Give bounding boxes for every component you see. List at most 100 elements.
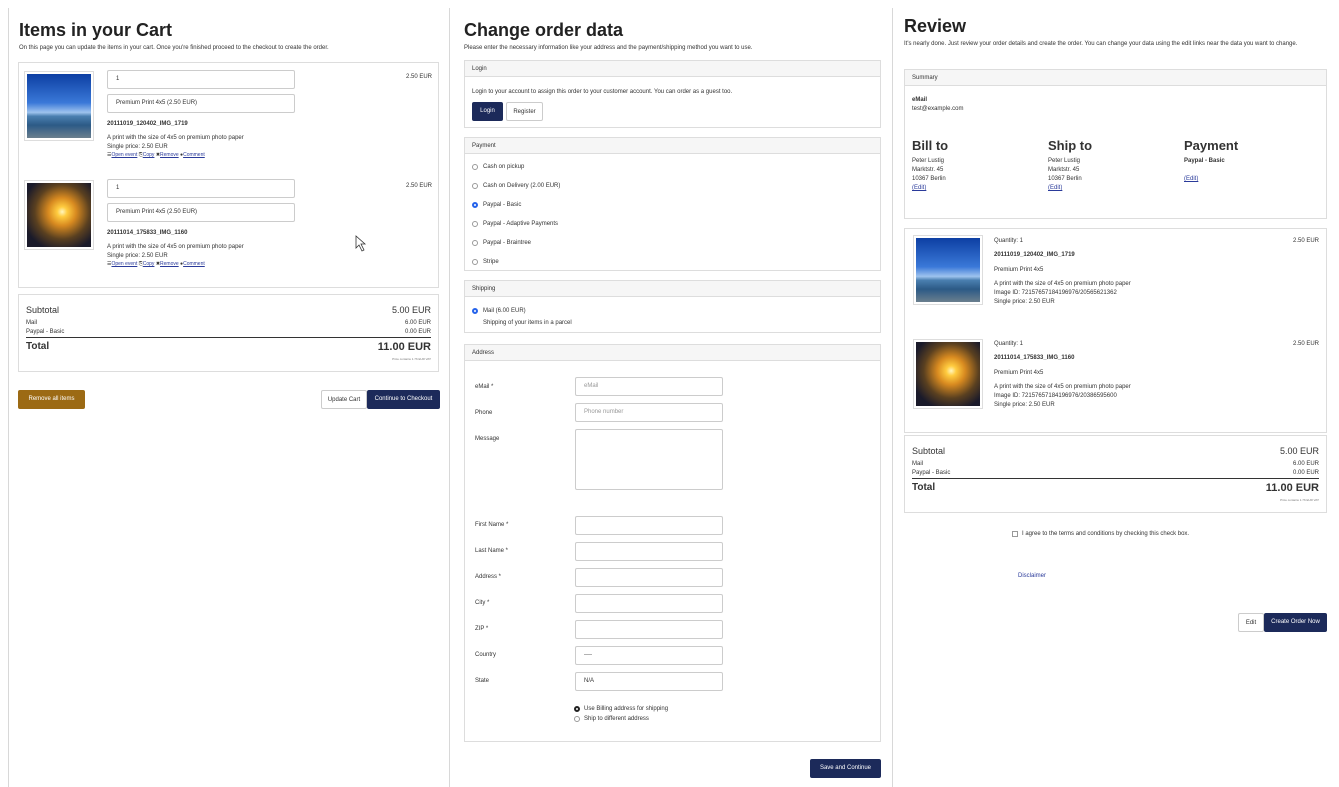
vat-note: Price contains 1.76 EUR VAT bbox=[392, 357, 431, 361]
comment-link[interactable]: Comment bbox=[183, 261, 205, 267]
copy-link[interactable]: Copy bbox=[143, 261, 155, 267]
subtotal-label: Subtotal bbox=[912, 446, 946, 456]
mail-label: Mail bbox=[912, 461, 924, 467]
remove-link[interactable]: Remove bbox=[160, 152, 179, 158]
vat-note: Price contains 1.76 EUR VAT bbox=[1280, 498, 1319, 502]
phone-field[interactable]: Phone number bbox=[575, 403, 723, 422]
review-item-price: 2.50 EUR bbox=[1292, 341, 1319, 347]
paypal-value: 0.00 EUR bbox=[1292, 470, 1319, 476]
review-item-description: A print with the size of 4x5 on premium … bbox=[994, 281, 1131, 287]
country-label: Country bbox=[475, 652, 497, 658]
ship-different-radio[interactable] bbox=[574, 716, 580, 722]
ship-to-heading: Ship to bbox=[1048, 138, 1093, 153]
summary-email: test@example.com bbox=[912, 106, 964, 112]
comment-link[interactable]: Comment bbox=[183, 152, 205, 158]
product-select[interactable]: Premium Print 4x5 (2.50 EUR) bbox=[107, 203, 295, 222]
item-thumbnail[interactable] bbox=[24, 180, 94, 250]
item-actions: ☰Open event ⎘Copy ✖Remove ●Comment bbox=[107, 260, 205, 268]
review-item-description: A print with the size of 4x5 on premium … bbox=[994, 384, 1131, 390]
message-textarea[interactable] bbox=[575, 429, 723, 490]
review-item-quantity: Quantity: 1 bbox=[994, 238, 1024, 244]
shipping-box: Shipping Mail (6.00 EUR) Shipping of you… bbox=[464, 280, 881, 333]
item-description: A print with the size of 4x5 on premium … bbox=[107, 135, 244, 141]
first-name-field[interactable] bbox=[575, 516, 723, 535]
item-single-price: Single price: 2.50 EUR bbox=[107, 253, 168, 259]
payment-option-label: Paypal - Basic bbox=[483, 202, 522, 208]
ship-to-street: Marktstr. 45 bbox=[1048, 167, 1080, 173]
review-title: Review bbox=[904, 16, 967, 36]
payment-edit-link[interactable]: (Edit) bbox=[1184, 175, 1198, 183]
quantity-input[interactable]: 1 bbox=[107, 70, 295, 89]
remove-all-button[interactable]: Remove all items bbox=[18, 390, 85, 409]
subtotal-value: 5.00 EUR bbox=[391, 305, 431, 315]
city-field[interactable] bbox=[575, 594, 723, 613]
payment-box: Payment Cash on pickup Cash on Delivery (… bbox=[464, 137, 881, 271]
ship-to-edit-link[interactable]: (Edit) bbox=[1048, 184, 1062, 192]
item-name: 20111019_120402_IMG_1719 bbox=[107, 121, 188, 127]
email-field[interactable]: eMail bbox=[575, 377, 723, 396]
payment-radio[interactable] bbox=[472, 183, 478, 189]
payment-radio[interactable] bbox=[472, 202, 478, 208]
save-continue-button[interactable]: Save and Continue bbox=[810, 759, 881, 778]
order-data-panel: Change order data Please enter the neces… bbox=[449, 8, 892, 787]
use-billing-radio[interactable] bbox=[574, 706, 580, 712]
login-text: Login to your account to assign this ord… bbox=[472, 89, 733, 95]
message-label: Message bbox=[475, 436, 500, 442]
first-name-label: First Name * bbox=[475, 522, 509, 528]
open-event-link[interactable]: Open event bbox=[111, 261, 137, 267]
review-item-product: Premium Print 4x5 bbox=[994, 267, 1044, 273]
city-label: City * bbox=[475, 600, 490, 606]
open-event-link[interactable]: Open event bbox=[111, 152, 137, 158]
product-select[interactable]: Premium Print 4x5 (2.50 EUR) bbox=[107, 94, 295, 113]
total-value: 11.00 EUR bbox=[377, 341, 431, 353]
payment-radio[interactable] bbox=[472, 221, 478, 227]
payment-radio[interactable] bbox=[472, 259, 478, 265]
edit-button[interactable]: Edit bbox=[1238, 613, 1264, 632]
register-button[interactable]: Register bbox=[506, 102, 543, 121]
ship-different-label: Ship to different address bbox=[584, 716, 649, 722]
item-thumbnail[interactable] bbox=[24, 71, 94, 141]
review-item-product: Premium Print 4x5 bbox=[994, 370, 1044, 376]
address-field[interactable] bbox=[575, 568, 723, 587]
item-single-price: Single price: 2.50 EUR bbox=[107, 144, 168, 150]
remove-link[interactable]: Remove bbox=[160, 261, 179, 267]
use-billing-label: Use Billing address for shipping bbox=[584, 706, 669, 712]
review-item-image-id: Image ID: 72157657184196976/20565621362 bbox=[994, 290, 1117, 296]
shipping-option-label: Mail (6.00 EUR) bbox=[483, 308, 526, 314]
summary-header: Summary bbox=[905, 70, 1326, 86]
bill-to-edit-link[interactable]: (Edit) bbox=[912, 184, 926, 192]
review-item-quantity: Quantity: 1 bbox=[994, 341, 1024, 347]
bill-to-name: Peter Lustig bbox=[912, 158, 945, 164]
login-box: Login Login to your account to assign th… bbox=[464, 60, 881, 128]
quantity-input[interactable]: 1 bbox=[107, 179, 295, 198]
item-description: A print with the size of 4x5 on premium … bbox=[107, 244, 244, 250]
total-value: 11.00 EUR bbox=[1265, 482, 1319, 494]
item-name: 20111014_175833_IMG_1160 bbox=[107, 230, 188, 236]
zip-field[interactable] bbox=[575, 620, 723, 639]
review-item-image-id: Image ID: 72157657184196976/20386595600 bbox=[994, 393, 1117, 399]
payment-radio[interactable] bbox=[472, 164, 478, 170]
order-lead: Please enter the necessary information l… bbox=[464, 45, 753, 51]
terms-checkbox[interactable] bbox=[1012, 531, 1018, 537]
mouse-cursor-icon bbox=[355, 235, 367, 252]
state-field[interactable]: N/A bbox=[575, 672, 723, 691]
country-select[interactable]: ---- bbox=[575, 646, 723, 665]
address-box: Address eMail * eMail Phone Phone number… bbox=[464, 344, 881, 742]
login-button[interactable]: Login bbox=[472, 102, 503, 121]
phone-label: Phone bbox=[475, 410, 493, 416]
mail-label: Mail bbox=[26, 320, 38, 326]
shipping-header: Shipping bbox=[465, 281, 880, 297]
last-name-field[interactable] bbox=[575, 542, 723, 561]
item-price: 2.50 EUR bbox=[405, 74, 432, 80]
disclaimer-link[interactable]: Disclaimer bbox=[1018, 572, 1046, 580]
copy-link[interactable]: Copy bbox=[143, 152, 155, 158]
review-panel: Review It's nearly done. Just review you… bbox=[892, 8, 1339, 787]
email-label: eMail * bbox=[475, 384, 494, 390]
update-cart-button[interactable]: Update Cart bbox=[321, 390, 367, 409]
payment-radio[interactable] bbox=[472, 240, 478, 246]
continue-checkout-button[interactable]: Continue to Checkout bbox=[367, 390, 440, 409]
summary-box: Summary eMail test@example.com Bill to P… bbox=[904, 69, 1327, 219]
ship-to-name: Peter Lustig bbox=[1048, 158, 1081, 164]
create-order-button[interactable]: Create Order Now bbox=[1264, 613, 1327, 632]
shipping-radio[interactable] bbox=[472, 308, 478, 314]
